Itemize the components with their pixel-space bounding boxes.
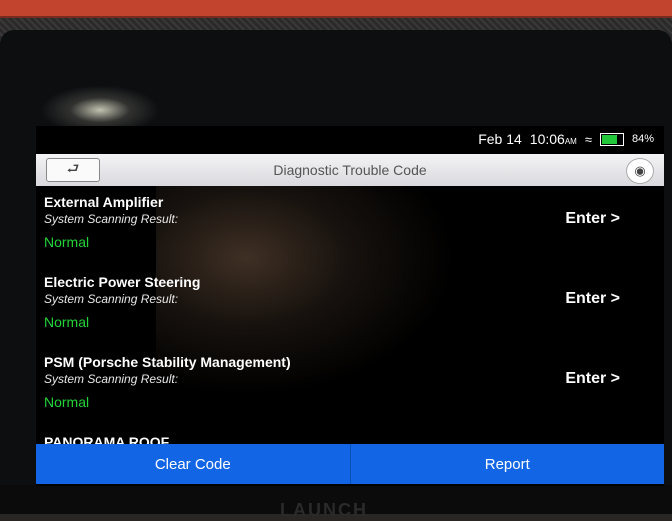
page-title: Diagnostic Trouble Code	[273, 162, 427, 178]
module-name: PSM (Porsche Stability Management)	[44, 354, 291, 370]
module-name: Electric Power Steering	[44, 274, 201, 290]
clear-code-button[interactable]: Clear Code	[36, 444, 351, 484]
back-button[interactable]: ⮐	[46, 158, 100, 182]
status-time: 10:06AM	[530, 131, 577, 147]
enter-button[interactable]: Enter >	[565, 210, 620, 228]
status-time-suffix: AM	[564, 137, 577, 146]
camera-icon: ◉	[634, 163, 646, 178]
wifi-icon: ≈	[584, 131, 592, 147]
battery-icon	[599, 132, 624, 146]
battery-percent: 84%	[631, 133, 654, 145]
action-bar: Clear Code Report	[36, 444, 664, 484]
tablet-screen: Feb 14 10:06AM ≈ 84% ⮐ Diagnostic Troubl…	[36, 126, 664, 486]
scan-result: Normal	[44, 394, 90, 410]
scan-result: Normal	[44, 314, 90, 330]
scan-result: Normal	[44, 234, 90, 250]
screenshot-button[interactable]: ◉	[626, 158, 654, 184]
report-button[interactable]: Report	[350, 444, 664, 484]
module-name: External Amplifier	[44, 194, 164, 210]
title-bar: ⮐ Diagnostic Trouble Code ◉	[36, 154, 664, 186]
enter-button[interactable]: Enter >	[565, 290, 620, 308]
list-item: External Amplifier System Scanning Resul…	[36, 188, 664, 268]
enter-button[interactable]: Enter >	[565, 370, 620, 388]
back-arrow-icon: ⮐	[66, 160, 80, 176]
list-item: PSM (Porsche Stability Management) Syste…	[36, 348, 664, 428]
module-list: External Amplifier System Scanning Resul…	[36, 188, 664, 446]
list-item: Electric Power Steering System Scanning …	[36, 268, 664, 348]
status-time-value: 10:06	[529, 131, 565, 147]
status-bar: Feb 14 10:06AM ≈ 84%	[36, 126, 664, 152]
battery-level	[601, 134, 618, 144]
device-brand: LAUNCH	[280, 500, 368, 520]
status-date: Feb 14	[478, 131, 522, 147]
